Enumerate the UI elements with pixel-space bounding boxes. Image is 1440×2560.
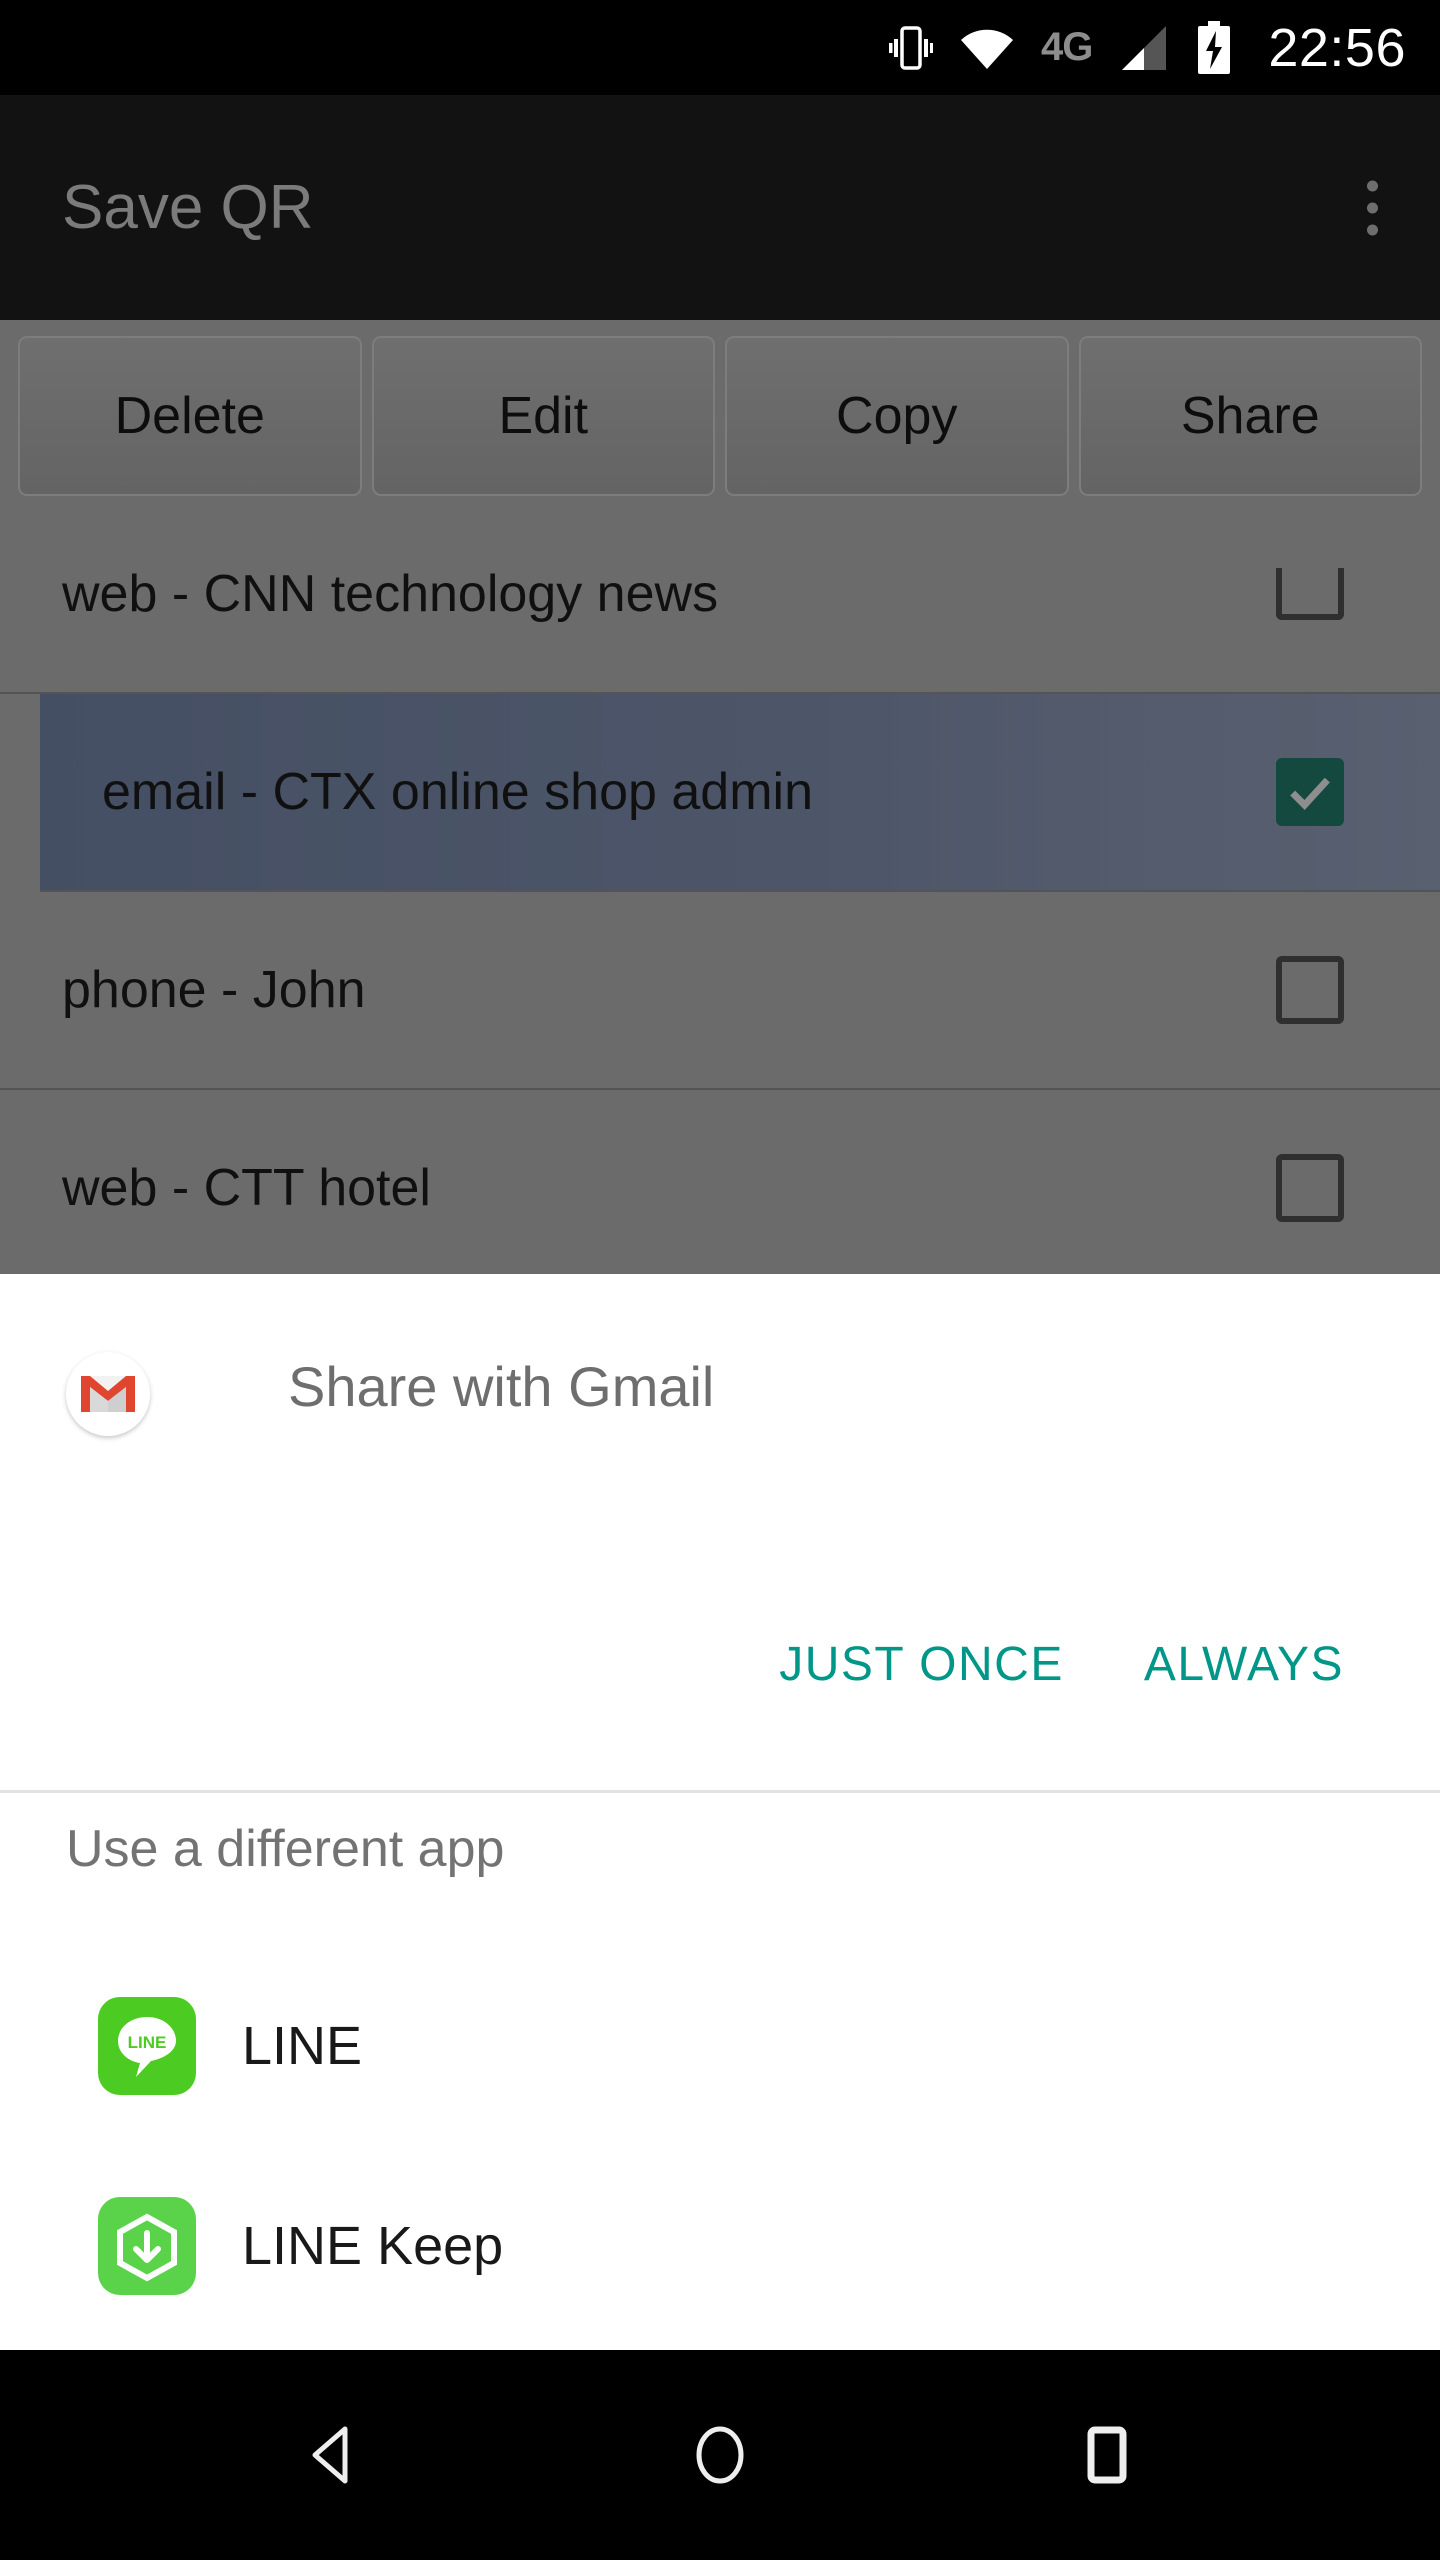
list-item-label: email - CTX online shop admin: [102, 763, 813, 821]
edit-button[interactable]: Edit: [371, 336, 715, 496]
share-button[interactable]: Share: [1078, 336, 1422, 496]
gmail-icon: [66, 1352, 150, 1436]
delete-button[interactable]: Delete: [18, 336, 362, 496]
phone-screen: 4G 22:56 Save QR Delete Edit Copy Share …: [0, 0, 1440, 2560]
more-options-icon[interactable]: [1367, 180, 1378, 235]
list-item-checkbox[interactable]: [1276, 568, 1344, 620]
line-icon: LINE: [98, 1997, 196, 2095]
list-item[interactable]: web - CNN technology news: [0, 496, 1440, 694]
list-item[interactable]: LINE LINE: [0, 1946, 1440, 2146]
app-chooser-dialog: Share with Gmail JUST ONCE ALWAYS Use a …: [0, 1274, 1440, 2354]
line-keep-icon: [98, 2197, 196, 2295]
list-item-label: phone - John: [62, 961, 366, 1019]
preferred-app-label: Share with Gmail: [288, 1355, 715, 1418]
signal-icon: [1118, 24, 1170, 72]
app-name-label: LINE: [242, 2016, 363, 2076]
home-button[interactable]: [635, 2370, 805, 2540]
page-title: Save QR: [62, 173, 314, 242]
svg-text:LINE: LINE: [128, 2033, 167, 2052]
preferred-app-row[interactable]: Share with Gmail: [0, 1274, 1440, 1564]
list-item-checkbox[interactable]: [1276, 956, 1344, 1024]
list-item-label: web - CTT hotel: [62, 1159, 431, 1217]
list-item[interactable]: web - CTT hotel: [0, 1090, 1440, 1288]
status-bar: 4G 22:56: [0, 0, 1440, 95]
list-item-checkbox[interactable]: [1276, 1154, 1344, 1222]
action-button-row: Delete Edit Copy Share: [0, 336, 1440, 496]
qr-code-list: web - CNN technology news email - CTX on…: [0, 496, 1440, 1288]
just-once-button[interactable]: JUST ONCE: [757, 1617, 1086, 1712]
dialog-actions: JUST ONCE ALWAYS: [0, 1564, 1440, 1764]
alternate-app-list: LINE LINE LINE Keep: [0, 1946, 1440, 2346]
different-app-section-title: Use a different app: [66, 1820, 505, 1878]
dialog-divider: [0, 1790, 1440, 1793]
back-button[interactable]: [248, 2370, 418, 2540]
list-item[interactable]: phone - John: [0, 892, 1440, 1090]
vibrate-icon: [889, 22, 933, 74]
list-item[interactable]: LINE Keep: [0, 2146, 1440, 2346]
list-item-checkbox[interactable]: [1276, 758, 1344, 826]
wifi-icon: [959, 25, 1015, 71]
copy-button[interactable]: Copy: [725, 336, 1069, 496]
battery-charging-icon: [1196, 20, 1232, 75]
always-button[interactable]: ALWAYS: [1122, 1617, 1366, 1712]
system-navigation-bar: [0, 2350, 1440, 2560]
list-item-label: web - CNN technology news: [62, 565, 719, 623]
app-bar: Save QR: [0, 95, 1440, 320]
list-item[interactable]: email - CTX online shop admin: [40, 694, 1440, 892]
network-type-label: 4G: [1041, 25, 1093, 69]
status-bar-clock: 22:56: [1268, 17, 1406, 78]
app-name-label: LINE Keep: [242, 2216, 504, 2276]
recents-button[interactable]: [1022, 2370, 1192, 2540]
